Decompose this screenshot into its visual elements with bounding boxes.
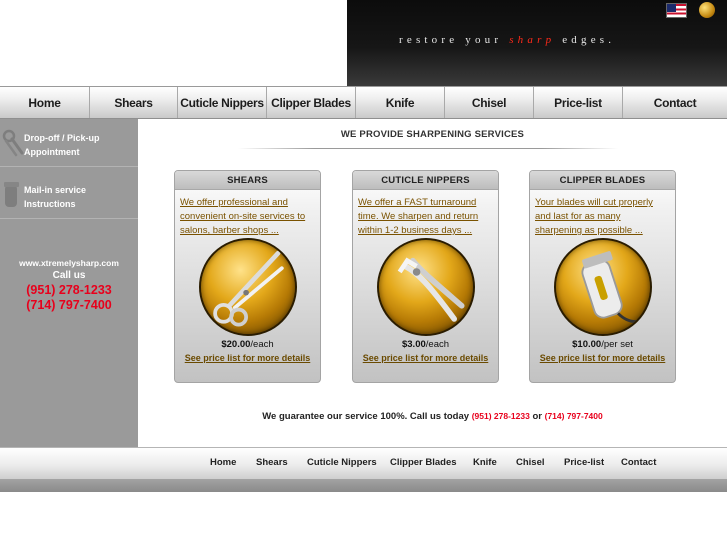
nav-clipper-blades[interactable]: Clipper Blades bbox=[267, 87, 356, 118]
guarantee-text: We guarantee our service 100%. Call us t… bbox=[138, 411, 727, 422]
us-flag-icon[interactable] bbox=[666, 3, 687, 18]
sidebar: Drop-off / Pick-up Appointment Mail-in s… bbox=[0, 119, 138, 456]
sidebar-item-label: Mail-in service Instructions bbox=[24, 183, 134, 211]
card-heading: SHEARS bbox=[175, 171, 320, 190]
sidebar-label-line: Mail-in service bbox=[24, 185, 87, 195]
footer-link-clipper-blades[interactable]: Clipper Blades bbox=[390, 457, 457, 468]
scissors-icon bbox=[2, 129, 24, 157]
service-card-clipper-blades: CLIPPER BLADES Your blades will cut prop… bbox=[529, 170, 676, 383]
language-globe-icon[interactable] bbox=[699, 2, 715, 18]
price-unit: /each bbox=[250, 339, 274, 350]
card-desc-line: sharpening as possible ... bbox=[535, 225, 643, 236]
price-unit: /per set bbox=[601, 339, 633, 350]
nav-home[interactable]: Home bbox=[0, 87, 90, 118]
card-heading: CUTICLE NIPPERS bbox=[353, 171, 498, 190]
nav-knife[interactable]: Knife bbox=[356, 87, 445, 118]
nav-chisel[interactable]: Chisel bbox=[445, 87, 534, 118]
card-description-link[interactable]: Your blades will cut properly and last f… bbox=[535, 196, 673, 238]
card-price: $20.00/each bbox=[175, 339, 320, 350]
tagline: restore your sharp edges. bbox=[399, 34, 615, 46]
footer-bar bbox=[0, 479, 727, 492]
sidebar-item-mail-in[interactable]: Mail-in service Instructions bbox=[0, 171, 138, 219]
card-heading: CLIPPER BLADES bbox=[530, 171, 675, 190]
nav-price-list[interactable]: Price-list bbox=[534, 87, 623, 118]
card-price: $10.00/per set bbox=[530, 339, 675, 350]
header-blank-area bbox=[0, 0, 347, 86]
card-desc-line: salons, barber shops ... bbox=[180, 225, 279, 236]
cuticle-nipper-icon[interactable] bbox=[377, 238, 475, 336]
price-list-link[interactable]: See price list for more details bbox=[530, 353, 675, 363]
footer-link-contact[interactable]: Contact bbox=[621, 457, 656, 468]
card-desc-line: Your blades will cut properly bbox=[535, 197, 653, 208]
header-banner: restore your sharp edges. bbox=[347, 0, 727, 86]
sidebar-label-line: Instructions bbox=[24, 199, 76, 209]
price-value: $3.00 bbox=[401, 339, 426, 350]
nav-contact[interactable]: Contact bbox=[623, 87, 727, 118]
sidebar-phone-1[interactable]: (951) 278-1233 bbox=[0, 283, 138, 297]
sidebar-label-line: Appointment bbox=[24, 147, 80, 157]
price-value: $10.00 bbox=[572, 339, 602, 350]
card-desc-line: convenient on-site services to bbox=[180, 211, 306, 222]
price-list-link[interactable]: See price list for more details bbox=[353, 353, 498, 363]
footer-link-knife[interactable]: Knife bbox=[473, 457, 497, 468]
nav-cuticle-nippers[interactable]: Cuticle Nippers bbox=[178, 87, 267, 118]
service-card-shears: SHEARS We offer professional and conveni… bbox=[174, 170, 321, 383]
guarantee-phone-2[interactable]: (714) 797-7400 bbox=[545, 411, 603, 421]
price-list-link[interactable]: See price list for more details bbox=[175, 353, 320, 363]
footer-link-price-list[interactable]: Price-list bbox=[564, 457, 604, 468]
service-card-cuticle-nippers: CUTICLE NIPPERS We offer a FAST turnarou… bbox=[352, 170, 499, 383]
sidebar-item-label: Drop-off / Pick-up Appointment bbox=[24, 131, 134, 159]
card-description-link[interactable]: We offer professional and convenient on-… bbox=[180, 196, 318, 238]
guarantee-or: or bbox=[532, 411, 542, 422]
hair-clipper-icon[interactable] bbox=[554, 238, 652, 336]
main-content: WE PROVIDE SHARPENING SERVICES SHEARS We… bbox=[138, 119, 727, 447]
footer-link-home[interactable]: Home bbox=[210, 457, 236, 468]
sidebar-label-line: Drop-off / Pick-up bbox=[24, 133, 100, 143]
call-us-label: Call us bbox=[52, 270, 86, 281]
card-description-link[interactable]: We offer a FAST turnaround time. We shar… bbox=[358, 196, 496, 238]
sidebar-item-appointment[interactable]: Drop-off / Pick-up Appointment bbox=[0, 119, 138, 167]
tagline-highlight: sharp bbox=[509, 34, 556, 46]
website-url: www.xtremelysharp.com bbox=[19, 258, 119, 268]
card-price: $3.00/each bbox=[353, 339, 498, 350]
footer-link-cuticle-nippers[interactable]: Cuticle Nippers bbox=[307, 457, 377, 468]
guarantee-phone-1[interactable]: (951) 278-1233 bbox=[472, 411, 530, 421]
footer-link-shears[interactable]: Shears bbox=[256, 457, 288, 468]
price-unit: /each bbox=[425, 339, 450, 350]
page-title: WE PROVIDE SHARPENING SERVICES bbox=[340, 129, 525, 140]
price-value: $20.00 bbox=[221, 339, 251, 350]
tagline-text-post: edges. bbox=[562, 34, 616, 46]
card-desc-line: We offer professional and bbox=[180, 197, 288, 208]
tagline-text-pre: restore your bbox=[399, 34, 503, 46]
card-desc-line: time. We sharpen and return bbox=[358, 211, 479, 222]
clipper-icon bbox=[4, 182, 19, 207]
footer-nav: Home Shears Cuticle Nippers Clipper Blad… bbox=[0, 447, 727, 479]
card-desc-line: within 1-2 business days ... bbox=[358, 225, 473, 236]
card-desc-line: and last for as many bbox=[535, 211, 621, 222]
nav-shears[interactable]: Shears bbox=[90, 87, 178, 118]
main-nav: Home Shears Cuticle Nippers Clipper Blad… bbox=[0, 86, 727, 119]
shears-icon[interactable] bbox=[199, 238, 297, 336]
footer-link-chisel[interactable]: Chisel bbox=[516, 457, 545, 468]
guarantee-statement: We guarantee our service 100%. Call us t… bbox=[262, 411, 470, 422]
sidebar-phone-2[interactable]: (714) 797-7400 bbox=[0, 298, 138, 312]
card-desc-line: We offer a FAST turnaround bbox=[358, 197, 477, 208]
title-divider bbox=[238, 148, 618, 149]
